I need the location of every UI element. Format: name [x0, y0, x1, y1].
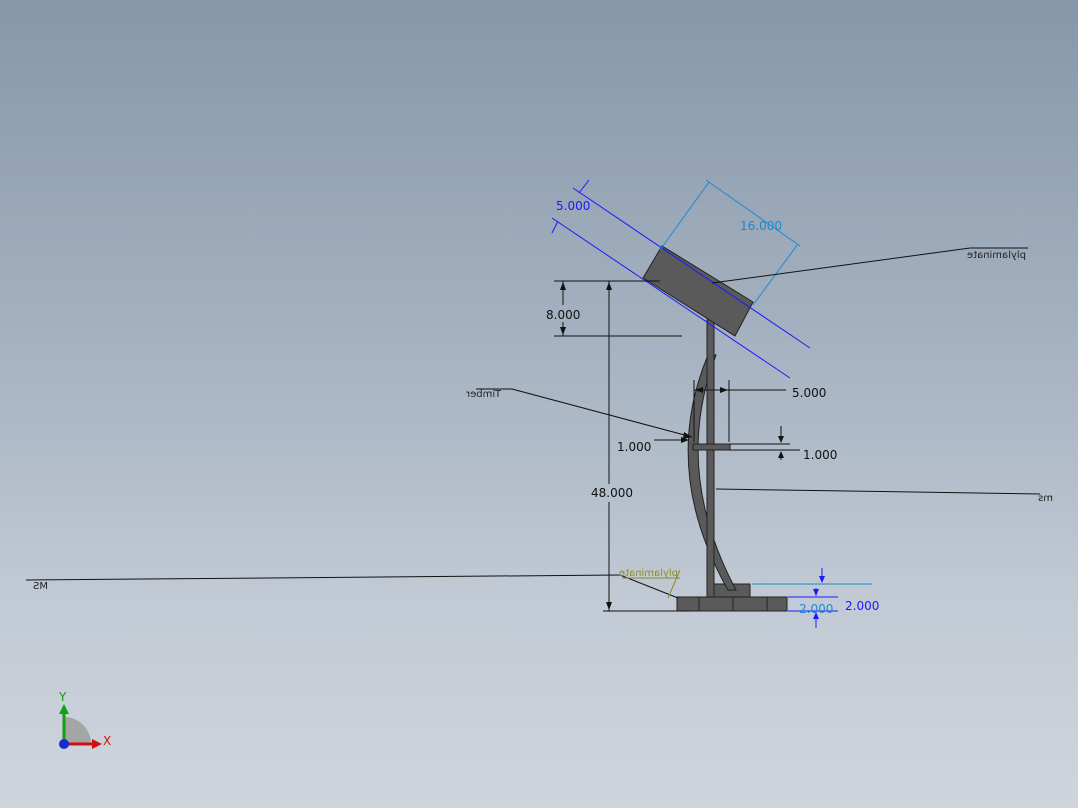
- dim-rib-gap-left[interactable]: 1.000: [617, 437, 689, 454]
- note-panel-material[interactable]: plylaminate: [711, 247, 1028, 284]
- dim-text-arm-offset[interactable]: 5.000: [792, 386, 826, 400]
- stand-model[interactable]: [642, 245, 788, 612]
- triad-z-axis-icon: [59, 739, 69, 749]
- note-text-pole-material[interactable]: ms: [1038, 493, 1053, 504]
- dim-text-panel-thickness[interactable]: 5.000: [556, 199, 590, 213]
- note-text-base-top-material[interactable]: plylaminate: [619, 568, 678, 579]
- triad-y-label: Y: [58, 690, 67, 704]
- triad-x-label: X: [103, 734, 111, 748]
- note-base-top-material[interactable]: plylaminate: [619, 568, 681, 599]
- dim-rib-gap-right[interactable]: 1.000: [730, 426, 837, 462]
- annotations: plylaminate Timber ms MS plylaminate: [25, 247, 1053, 599]
- cad-viewport[interactable]: 5.000 16.000 8.000 48.000 5.000 1.000 1.…: [0, 0, 1078, 808]
- horizontal-rib[interactable]: [692, 443, 731, 451]
- tilted-panel[interactable]: [642, 245, 754, 337]
- dim-text-total-height[interactable]: 48.000: [591, 486, 633, 500]
- dim-text-rib-gap-left[interactable]: 1.000: [617, 440, 651, 454]
- vertical-pole[interactable]: [706, 319, 715, 598]
- orientation-triad[interactable]: Y X: [58, 690, 111, 749]
- dim-text-panel-width[interactable]: 16.000: [740, 219, 782, 233]
- note-text-base-material[interactable]: MS: [33, 581, 48, 592]
- dim-text-base-height-a[interactable]: 2.000: [799, 602, 833, 616]
- note-text-arc-material[interactable]: Timber: [465, 389, 502, 400]
- note-text-panel-material[interactable]: plylaminate: [967, 250, 1026, 261]
- dim-text-base-height-b[interactable]: 2.000: [845, 599, 879, 613]
- note-arc-material[interactable]: Timber: [465, 388, 693, 439]
- triad-arc-icon: [64, 717, 91, 744]
- dim-text-rib-gap-right[interactable]: 1.000: [803, 448, 837, 462]
- dim-text-panel-drop[interactable]: 8.000: [546, 308, 580, 322]
- note-pole-material[interactable]: ms: [715, 488, 1053, 504]
- note-base-material[interactable]: MS: [25, 574, 679, 599]
